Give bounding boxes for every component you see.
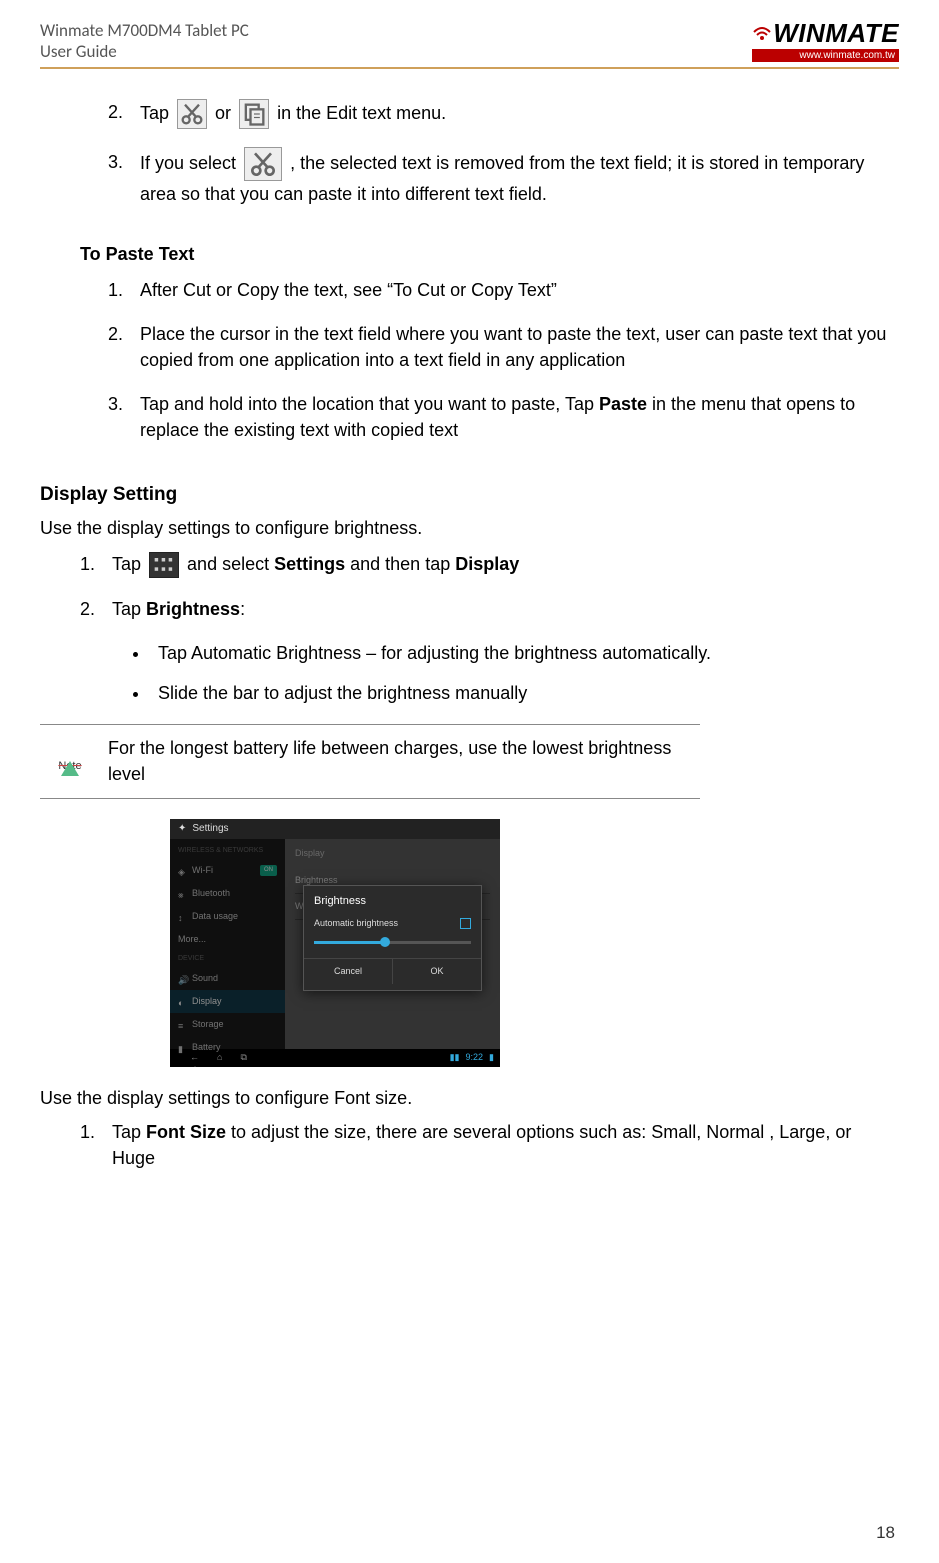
ss-main-panel: Display Brightness Wallpaper Brightness …: [285, 839, 500, 1049]
settings-screenshot: ✦Settings WIRELESS & NETWORKS ◈Wi-FiON ⨳…: [170, 819, 500, 1067]
note-box: Note For the longest battery life betwee…: [40, 724, 700, 798]
ss-status-icons: ▮▮: [450, 1051, 460, 1064]
paste-step-1: After Cut or Copy the text, see “To Cut …: [128, 277, 889, 303]
logo-letter-w: W: [773, 18, 798, 48]
logo-wifi-icon: [752, 20, 772, 46]
font-step-1: Tap Font Size to adjust the size, there …: [100, 1119, 889, 1171]
brightness-bullet-manual: Slide the bar to adjust the brightness m…: [150, 680, 889, 706]
logo-url: www.winmate.com.tw: [752, 49, 899, 62]
ss-apps[interactable]: ▦Apps: [170, 1059, 285, 1066]
page-number: 18: [876, 1523, 895, 1543]
display-heading: Display Setting: [40, 481, 889, 509]
ss-clock: 9:22: [466, 1051, 484, 1064]
cut-icon: [177, 99, 207, 129]
product-name: Winmate M700DM4 Tablet PC: [40, 20, 249, 41]
ss-sound[interactable]: 🔊Sound: [170, 967, 285, 990]
paste-step-2: Place the cursor in the text field where…: [128, 321, 889, 373]
ss-modal-title: Brightness: [314, 894, 471, 910]
cut-icon: [244, 147, 282, 181]
ss-ok-button[interactable]: OK: [393, 959, 481, 984]
ss-battery[interactable]: ▮Battery: [170, 1036, 285, 1059]
ss-wifi[interactable]: ◈Wi-FiON: [170, 859, 285, 882]
ss-storage[interactable]: ≡Storage: [170, 1013, 285, 1036]
ss-datausage[interactable]: ↕Data usage: [170, 905, 285, 928]
ss-auto-brightness-checkbox[interactable]: Automatic brightness: [314, 917, 471, 930]
note-icon: Note: [58, 746, 81, 772]
ss-display[interactable]: ◐Display: [170, 990, 285, 1013]
ss-battery-icon: ▮: [489, 1051, 494, 1064]
ss-brightness-dialog: Brightness Automatic brightness Cancel O…: [303, 885, 482, 991]
ss-sidebar: WIRELESS & NETWORKS ◈Wi-FiON ⨳Bluetooth …: [170, 839, 285, 1049]
header-title-block: Winmate M700DM4 Tablet PC User Guide: [40, 20, 249, 63]
page-header: Winmate M700DM4 Tablet PC User Guide WIN…: [40, 20, 899, 69]
paste-heading: To Paste Text: [80, 241, 889, 267]
display-step-1: Tap and select Settings and then tap Dis…: [100, 551, 889, 578]
ss-brightness-slider[interactable]: [314, 941, 471, 944]
font-intro: Use the display settings to configure Fo…: [40, 1085, 889, 1111]
step-2: Tap or in the Edit text menu.: [128, 99, 889, 129]
ss-settings-icon: ✦: [178, 823, 186, 834]
ss-titlebar: ✦Settings: [170, 819, 500, 839]
note-text: For the longest battery life between cha…: [100, 725, 700, 798]
ss-bluetooth[interactable]: ⨳Bluetooth: [170, 882, 285, 905]
copy-icon: [239, 99, 269, 129]
ss-cancel-button[interactable]: Cancel: [304, 959, 393, 984]
edit-text-steps-cont: Tap or in the Edit text menu. If you sel…: [100, 99, 889, 207]
paste-step-3: Tap and hold into the location that you …: [128, 391, 889, 443]
ss-more[interactable]: More...: [170, 928, 285, 951]
doc-type: User Guide: [40, 41, 249, 62]
logo-rest: INMATE: [798, 18, 899, 48]
apps-grid-icon: [149, 552, 179, 578]
display-intro: Use the display settings to configure br…: [40, 515, 889, 541]
display-steps: Tap and select Settings and then tap Dis…: [72, 551, 889, 707]
paste-steps: After Cut or Copy the text, see “To Cut …: [100, 277, 889, 443]
display-step-2: Tap Brightness: Tap Automatic Brightness…: [100, 596, 889, 706]
step-3: If you select , the selected text is rem…: [128, 147, 889, 207]
brightness-bullet-auto: Tap Automatic Brightness – for adjusting…: [150, 640, 889, 666]
font-steps: Tap Font Size to adjust the size, there …: [72, 1119, 889, 1171]
brand-logo: WINMATE www.winmate.com.tw: [752, 20, 899, 62]
